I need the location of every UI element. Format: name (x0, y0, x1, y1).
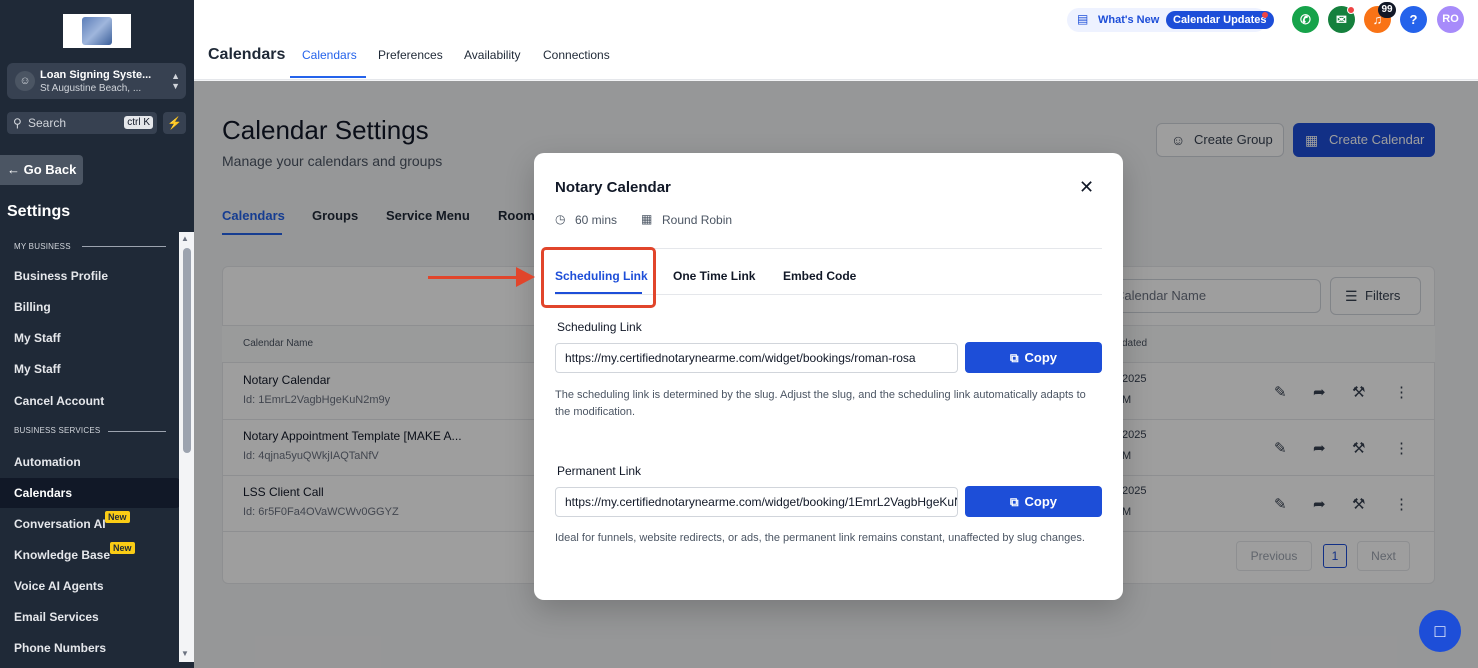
scheduling-link-input[interactable]: https://my.certifiednotarynearme.com/wid… (555, 343, 958, 373)
sidebar-item-automation[interactable]: Automation (14, 455, 81, 469)
tab-preferences[interactable]: Preferences (378, 48, 443, 62)
whats-new-label: What's New (1098, 14, 1160, 26)
top-header: ▤ What's New Calendar Updates ✆ ✉ ♫ 99 ?… (194, 0, 1478, 80)
sidebar: ☺ Loan Signing Syste... St Augustine Bea… (0, 0, 194, 668)
section-my-business: MY BUSINESS (14, 242, 71, 251)
clock-icon: ◷ (555, 212, 566, 226)
chevron-updown-icon: ▲ ▼ (171, 71, 180, 91)
avatar[interactable]: RO (1437, 6, 1464, 33)
sidebar-scroll-thumb[interactable] (183, 248, 191, 453)
notification-count: 99 (1378, 2, 1396, 18)
calendar-type-label: Round Robin (662, 213, 733, 227)
copy-label: Copy (1024, 350, 1058, 365)
copy-icon: ⧉ (1009, 351, 1019, 365)
scroll-down-icon[interactable]: ▼ (181, 649, 189, 658)
tab-embed-code[interactable]: Embed Code (783, 269, 856, 283)
calendar-updates-pill[interactable]: Calendar Updates (1166, 11, 1274, 29)
account-name: Loan Signing Syste... (40, 69, 152, 81)
active-tab-underline (290, 76, 366, 78)
page-title: Calendars (208, 46, 286, 63)
sidebar-item-conversation-ai[interactable]: Conversation AI (14, 517, 106, 531)
sidebar-search[interactable]: ⚲ Search ctrl K (7, 112, 157, 134)
chat-widget-icon[interactable]: □ (1419, 610, 1461, 652)
settings-title: Settings (7, 203, 71, 220)
section-business-services: BUSINESS SERVICES (14, 426, 101, 435)
permanent-link-help: Ideal for funnels, website redirects, or… (555, 532, 1085, 544)
logo-image (82, 17, 112, 45)
section-divider (82, 246, 166, 247)
annotation-arrow (428, 276, 520, 279)
whats-new-banner[interactable]: ▤ What's New Calendar Updates (1067, 8, 1274, 32)
scroll-up-icon[interactable]: ▲ (181, 234, 189, 243)
close-icon[interactable]: ✕ (1079, 178, 1094, 196)
sidebar-item-phone-numbers[interactable]: Phone Numbers (14, 641, 106, 655)
copy-permanent-link-button[interactable]: ⧉ Copy (965, 486, 1102, 517)
company-logo (63, 14, 131, 48)
search-placeholder: Search (28, 116, 67, 130)
permanent-link-label: Permanent Link (557, 464, 642, 478)
phone-icon[interactable]: ✆ (1292, 6, 1319, 33)
tab-connections[interactable]: Connections (543, 48, 610, 62)
tab-availability[interactable]: Availability (464, 48, 520, 62)
search-shortcut: ctrl K (124, 116, 153, 129)
new-badge: New (110, 542, 135, 554)
account-switcher[interactable]: ☺ Loan Signing Syste... St Augustine Bea… (7, 63, 186, 99)
sidebar-item-voice-ai-agents[interactable]: Voice AI Agents (14, 579, 104, 593)
sidebar-item-cancel-account[interactable]: Cancel Account (14, 394, 104, 408)
go-back-button[interactable]: ← Go Back (0, 155, 83, 185)
annotation-highlight (541, 247, 656, 308)
scheduling-link-label: Scheduling Link (557, 320, 642, 334)
copy-label: Copy (1024, 494, 1058, 509)
sidebar-item-business-profile[interactable]: Business Profile (14, 269, 108, 283)
tab-calendars[interactable]: Calendars (302, 48, 357, 62)
duration-label: 60 mins (575, 213, 618, 227)
new-badge: New (105, 511, 130, 523)
scheduling-link-help: The scheduling link is determined by the… (555, 389, 1086, 418)
user-icon: ☺ (15, 71, 35, 91)
annotation-arrowhead (516, 267, 535, 287)
tab-one-time-link[interactable]: One Time Link (673, 269, 755, 283)
sidebar-item-my-staff-2[interactable]: My Staff (14, 362, 61, 376)
sidebar-item-email-services[interactable]: Email Services (14, 610, 99, 624)
unread-dot (1262, 12, 1268, 18)
share-calendar-modal: Notary Calendar ✕ ◷ 60 mins ▦ Round Robi… (534, 153, 1123, 600)
copy-icon: ⧉ (1009, 495, 1019, 509)
sidebar-item-knowledge-base[interactable]: Knowledge Base (14, 548, 110, 562)
sidebar-item-calendars[interactable]: Calendars (14, 486, 72, 500)
megaphone-dot (1347, 6, 1355, 14)
go-back-label: Go Back (23, 162, 77, 177)
sidebar-item-billing[interactable]: Billing (14, 300, 51, 314)
help-icon[interactable]: ? (1400, 6, 1427, 33)
copy-scheduling-link-button[interactable]: ⧉ Copy (965, 342, 1102, 373)
section-divider (108, 431, 166, 432)
bolt-icon[interactable]: ⚡ (163, 112, 186, 134)
sidebar-item-my-staff[interactable]: My Staff (14, 331, 61, 345)
calendar-icon: ▦ (641, 212, 653, 226)
account-location: St Augustine Beach, ... (40, 83, 142, 94)
modal-title: Notary Calendar (555, 179, 671, 196)
search-icon: ⚲ (13, 116, 22, 130)
chat-icon: ▤ (1077, 12, 1089, 26)
permanent-link-input[interactable]: https://my.certifiednotarynearme.com/wid… (555, 487, 958, 517)
